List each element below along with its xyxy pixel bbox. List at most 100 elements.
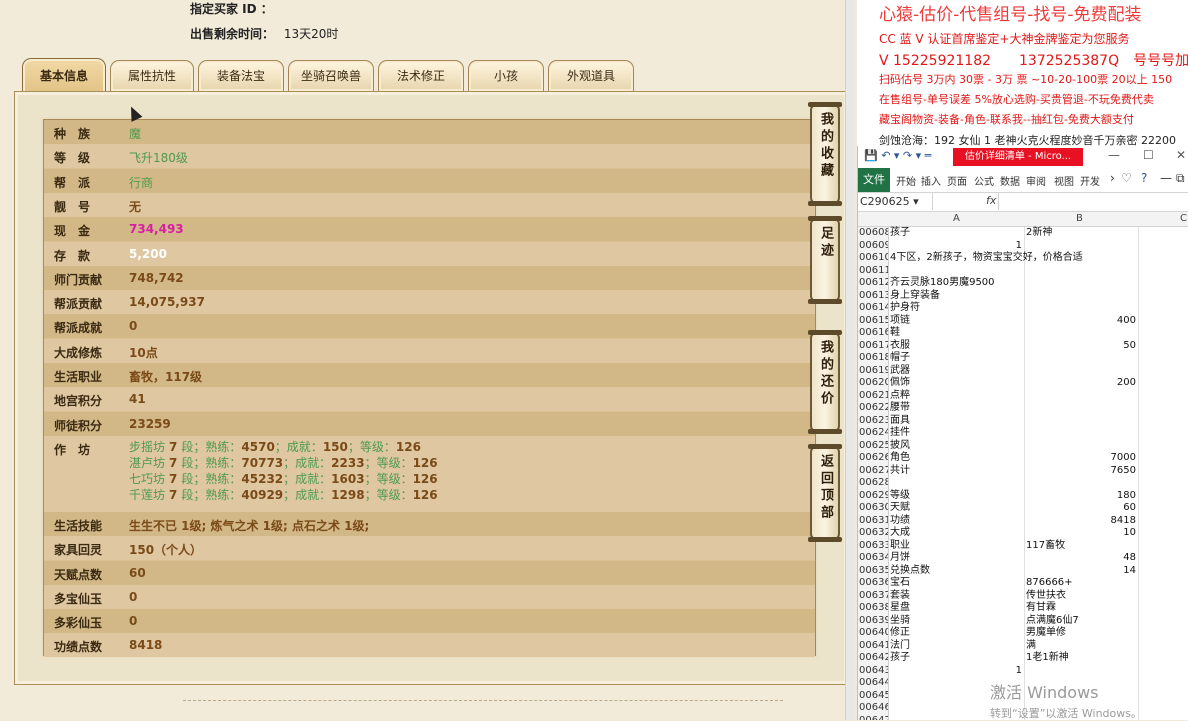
cell-b[interactable]: 48 [1026,552,1136,565]
row-number[interactable]: 00620 [858,377,888,390]
cell-a[interactable]: 职业 [890,540,1024,553]
cell-a[interactable]: 点粹 [890,390,1024,403]
cell-a[interactable]: 兑换点数 [890,565,1024,578]
cell-a[interactable]: 鞋 [890,327,1024,340]
row-number[interactable]: 00647 [858,714,888,720]
ribbon-tab-5[interactable]: 审阅 [1026,173,1046,188]
row-number[interactable]: 00633 [858,539,888,552]
heart-icon[interactable]: ♡ [1121,171,1132,185]
cell-a[interactable]: 坐骑 [890,615,1024,628]
chevron-right-icon[interactable]: › [1110,171,1115,185]
ribbon-tab-0[interactable]: 开始 [896,173,916,188]
cell-a[interactable]: 天赋 [890,502,1024,515]
minimize-ribbon-icon[interactable]: — [1160,171,1172,185]
cell-a[interactable]: 帽子 [890,352,1024,365]
row-number[interactable]: 00629 [858,489,888,502]
cell-a[interactable]: 武器 [890,365,1024,378]
cell-b[interactable]: 400 [1026,315,1136,328]
row-number[interactable]: 00635 [858,564,888,577]
ribbon-tab-6[interactable]: 视图 [1054,173,1074,188]
row-number[interactable]: 00645 [858,689,888,702]
cell-a[interactable]: 星盘 [890,602,1024,615]
cell-b[interactable]: 180 [1026,490,1136,503]
ribbon-tab-3[interactable]: 公式 [974,173,994,188]
row-number[interactable]: 00614 [858,302,888,315]
cell-b[interactable]: 有甘霖 [1026,602,1136,615]
row-number[interactable]: 00636 [858,577,888,590]
cell-b[interactable]: 7000 [1026,452,1136,465]
cell-a[interactable]: 共计 [890,465,1024,478]
cell-b[interactable]: 2新神 [1026,227,1136,240]
tab-1[interactable]: 属性抗性 [110,60,194,91]
col-header-c[interactable]: C [1180,213,1187,224]
cell-b[interactable]: 7650 [1026,465,1136,478]
fx-icon[interactable]: fx [986,194,996,207]
row-number[interactable]: 00638 [858,602,888,615]
cell-a[interactable]: 大成 [890,527,1024,540]
file-tab[interactable]: 文件 [858,168,890,192]
side-button-0[interactable]: 我的收藏 [808,102,842,206]
page-scrollbar[interactable] [845,0,855,720]
cell-b[interactable]: 满 [1026,640,1136,653]
cell-b[interactable]: 10 [1026,527,1136,540]
cell-a[interactable]: 佩饰 [890,377,1024,390]
quick-access-icons[interactable]: 💾 ↶ ▾ ↷ ▾ ═ [864,149,931,162]
row-number[interactable]: 00640 [858,627,888,640]
cell-b[interactable]: 传世扶衣 [1026,590,1136,603]
ribbon-tab-1[interactable]: 插入 [921,173,941,188]
cell-a[interactable]: 孩子 [890,652,1024,665]
ribbon-tab-4[interactable]: 数据 [1000,173,1020,188]
cell-b[interactable]: 200 [1026,377,1136,390]
tab-3[interactable]: 坐骑召唤兽 [288,60,374,91]
cell-a[interactable]: 身上穿装备 [890,290,1024,303]
maximize-icon[interactable]: ☐ [1143,148,1154,162]
row-number[interactable]: 00634 [858,552,888,565]
row-number[interactable]: 00646 [858,702,888,715]
cell-a[interactable]: 等级 [890,490,1024,503]
side-button-3[interactable]: 返回顶部 [808,444,842,542]
row-number[interactable]: 00626 [858,452,888,465]
row-number[interactable]: 00630 [858,502,888,515]
row-number[interactable]: 00639 [858,614,888,627]
tab-6[interactable]: 外观道具 [548,60,634,91]
cell-a[interactable]: 角色 [890,452,1024,465]
row-number[interactable]: 00623 [858,414,888,427]
minimize-icon[interactable]: — [1108,148,1120,162]
row-number[interactable]: 00618 [858,352,888,365]
cell-a[interactable]: 护身符 [890,302,1024,315]
cell-b[interactable]: 8418 [1026,515,1136,528]
col-header-a[interactable]: A [953,213,960,224]
side-button-2[interactable]: 我的还价 [808,330,842,434]
row-number[interactable]: 00612 [858,277,888,290]
cell-b[interactable]: 60 [1026,502,1136,515]
restore-icon[interactable]: ⧉ [1176,171,1185,186]
cell-a[interactable]: 套装 [890,590,1024,603]
row-number[interactable]: 00611 [858,264,888,277]
ribbon-tab-2[interactable]: 页面 [947,173,967,188]
cell-a[interactable]: 功绩 [890,515,1024,528]
cell-a[interactable]: 1 [890,665,1022,678]
row-number[interactable]: 00608 [858,227,888,240]
cell-a[interactable]: 齐云灵脉180男魔9500 [890,277,1024,290]
cell-a[interactable]: 修正 [890,627,1024,640]
cell-a[interactable]: 腰带 [890,402,1024,415]
row-number[interactable]: 00616 [858,327,888,340]
cell-a[interactable]: 挂件 [890,427,1024,440]
cell-a[interactable]: 月饼 [890,552,1024,565]
cell-b[interactable]: 1老1新神 [1026,652,1136,665]
tab-5[interactable]: 小孩 [468,60,544,91]
cell-b[interactable]: 50 [1026,340,1136,353]
row-number[interactable]: 00615 [858,314,888,327]
row-number[interactable]: 00621 [858,389,888,402]
tab-2[interactable]: 装备法宝 [198,60,284,91]
close-icon[interactable]: ✕ [1176,148,1186,162]
cell-b[interactable]: 117畜牧 [1026,540,1136,553]
cell-a[interactable]: 法门 [890,640,1024,653]
cell-a[interactable]: 衣服 [890,340,1024,353]
cell-b[interactable]: 男魔单修 [1026,627,1136,640]
ribbon-tab-7[interactable]: 开发 [1080,173,1100,188]
row-number[interactable]: 00643 [858,664,888,677]
cell-b[interactable]: 点满魔6仙7 [1026,615,1136,628]
row-number[interactable]: 00613 [858,289,888,302]
row-number[interactable]: 00609 [858,239,888,252]
